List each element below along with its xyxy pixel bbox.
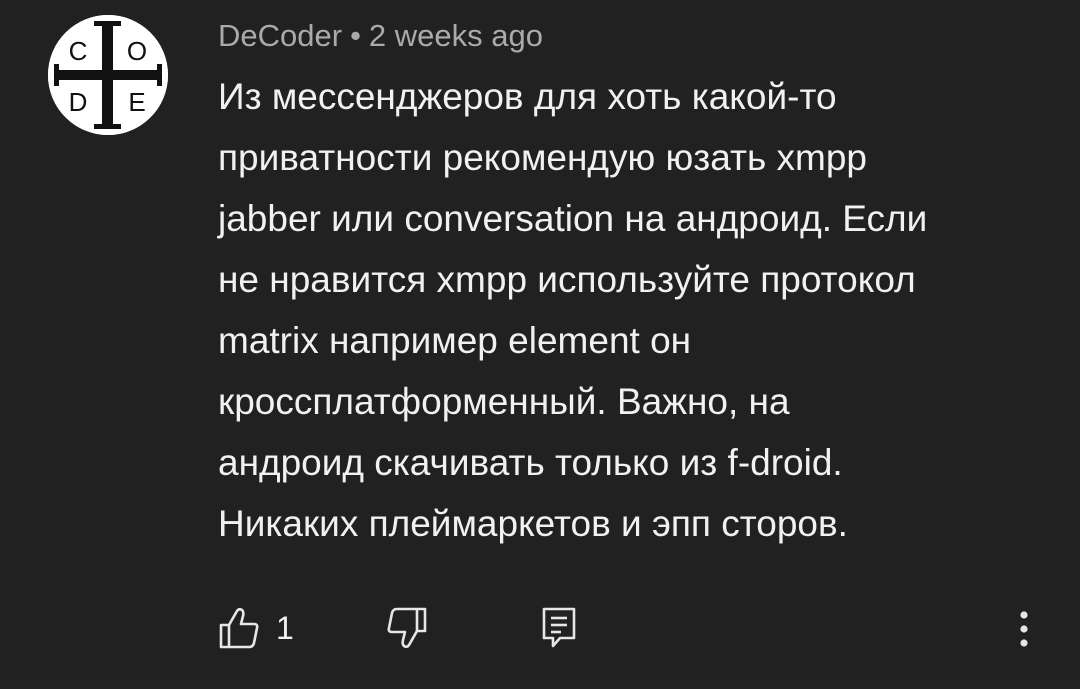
reply-button[interactable]: [541, 606, 577, 650]
comment-text-line: Никаких плеймаркетов и эпп сторов.: [218, 503, 848, 544]
comment-text-line: приватности рекомендую юзать xmpp: [218, 137, 867, 178]
more-options-button[interactable]: [1004, 604, 1044, 654]
avatar-letter-d: D: [69, 87, 88, 117]
comment-text-line: не нравится xmpp используйте протокол: [218, 259, 916, 300]
more-vert-icon: [1020, 611, 1028, 647]
comment-text-line: кроссплатформенный. Важно, на: [218, 381, 790, 422]
author-name[interactable]: DeCoder: [218, 18, 342, 53]
comment-timestamp[interactable]: 2 weeks ago: [369, 18, 543, 53]
code-logo-icon: C O D E: [48, 15, 168, 135]
comment-item: C O D E DeCoder • 2 weeks ago Из мессендже…: [0, 0, 1080, 689]
avatar-letter-e: E: [128, 87, 145, 117]
thumb-down-icon: [387, 607, 427, 649]
header-separator: •: [350, 18, 361, 53]
comment-header: DeCoder • 2 weeks ago: [218, 16, 543, 56]
dislike-button[interactable]: [386, 606, 428, 650]
comment-text-line: андроид скачивать только из f-droid.: [218, 442, 843, 483]
comment-text-line: matrix например element он: [218, 320, 692, 361]
comment-text-line: jabber или conversation на андроид. Если: [218, 198, 928, 239]
avatar-letter-o: O: [127, 36, 147, 66]
thumb-up-icon: [219, 607, 259, 649]
avatar[interactable]: C O D E: [48, 15, 168, 135]
avatar-letter-c: C: [69, 36, 88, 66]
comment-text: Из мессенджеров для хоть какой-то приват…: [218, 66, 1038, 554]
comment-actions: 1: [0, 600, 1080, 660]
comment-text-line: Из мессенджеров для хоть какой-то: [218, 76, 837, 117]
comment-icon: [542, 607, 576, 648]
like-count: 1: [276, 610, 294, 646]
like-button[interactable]: [218, 606, 260, 650]
